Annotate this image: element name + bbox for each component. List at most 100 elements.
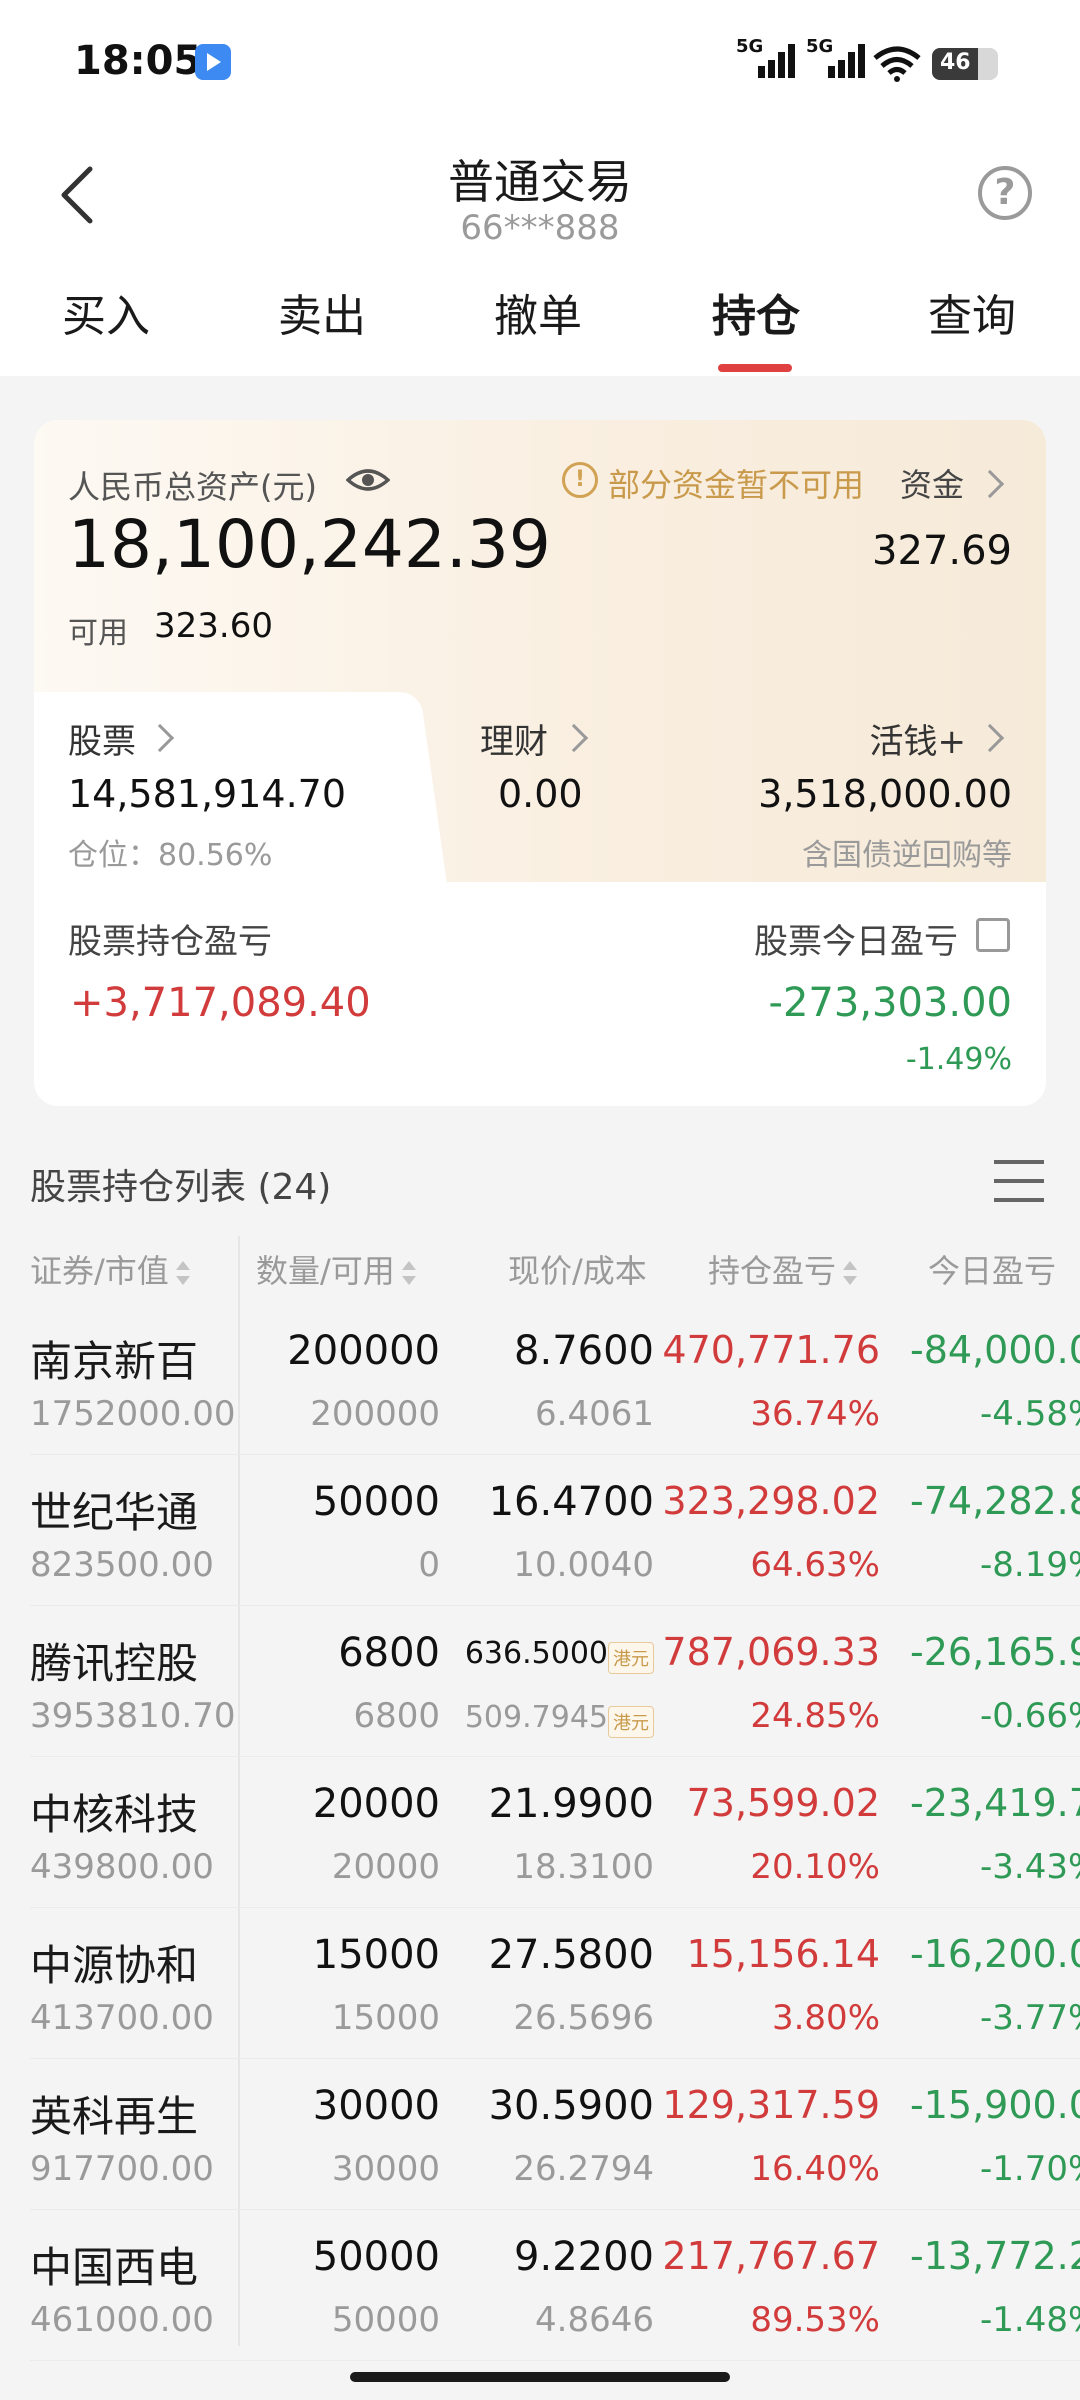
tab-positions[interactable]: 持仓 xyxy=(686,280,826,344)
cost-price: 10.0040 xyxy=(513,1545,654,1585)
stock-value: 14,581,914.70 xyxy=(68,772,347,816)
info-warning-icon: ! xyxy=(562,462,598,498)
table-row[interactable]: 英科再生 917700.00 30000 30000 30.5900 26.27… xyxy=(0,2059,1080,2210)
available-qty: 15000 xyxy=(331,1998,440,2038)
holding-pl-percent: 89.53% xyxy=(750,2300,880,2340)
table-row[interactable]: 中核科技 439800.00 20000 20000 21.9900 18.31… xyxy=(0,1757,1080,1908)
table-row[interactable]: 中国西电 461000.00 50000 50000 9.2200 4.8646… xyxy=(0,2210,1080,2361)
current-price: 16.4700 xyxy=(488,1479,654,1525)
current-price: 636.5000 xyxy=(464,1636,608,1671)
available-value: 323.60 xyxy=(154,606,273,646)
eye-icon[interactable] xyxy=(346,460,390,500)
col-security-label: 证券/市值 xyxy=(30,1252,169,1290)
col-quantity[interactable]: 数量/可用 xyxy=(256,1246,417,1292)
col-quantity-label: 数量/可用 xyxy=(256,1252,395,1290)
table-row[interactable]: 世纪华通 823500.00 50000 0 16.4700 10.0040 3… xyxy=(0,1455,1080,1606)
holding-pl: 787,069.33 xyxy=(662,1630,880,1674)
today-pl-percent: -4.58% xyxy=(980,1394,1080,1434)
signal-5g-icon-2: 5G xyxy=(806,36,876,82)
wealth-management-link[interactable]: 理财 xyxy=(480,714,548,763)
col-security[interactable]: 证券/市值 xyxy=(30,1246,191,1292)
current-price: 8.7600 xyxy=(514,1328,654,1374)
col-holding-pl-label: 持仓盈亏 xyxy=(708,1252,837,1290)
app-notification-icon xyxy=(195,44,231,80)
holding-pl: 73,599.02 xyxy=(686,1781,880,1825)
quantity: 6800 xyxy=(338,1630,440,1676)
stock-link[interactable]: 股票 xyxy=(68,714,136,763)
wifi-icon xyxy=(873,46,921,82)
battery-level: 46 xyxy=(940,50,971,75)
signal-label-2: 5G xyxy=(806,36,834,57)
market-value: 439800.00 xyxy=(30,1847,214,1887)
today-pl: -74,282.8 xyxy=(910,1479,1080,1523)
sort-icon xyxy=(175,1261,191,1285)
today-pl: -15,900.0 xyxy=(910,2083,1080,2127)
quantity: 50000 xyxy=(312,1479,440,1525)
sort-icon xyxy=(842,1261,858,1285)
holding-pl-percent: 24.85% xyxy=(750,1696,880,1736)
col-price: 现价/成本 xyxy=(508,1252,647,1290)
huoqian-value: 3,518,000.00 xyxy=(758,772,1012,816)
tab-sell[interactable]: 卖出 xyxy=(252,280,392,344)
table-row[interactable]: 腾讯控股 3953810.70 6800 6800 636.5000 港元 50… xyxy=(0,1606,1080,1757)
signal-5g-icon: 5G xyxy=(736,36,806,82)
holding-pl-percent: 16.40% xyxy=(750,2149,880,2189)
stock-name: 中源协和 xyxy=(30,1941,199,1990)
home-indicator[interactable] xyxy=(350,2372,730,2382)
table-row[interactable]: 中源协和 413700.00 15000 15000 27.5800 26.56… xyxy=(0,1908,1080,2059)
tab-buy[interactable]: 买入 xyxy=(36,280,176,344)
available-qty: 20000 xyxy=(331,1847,440,1887)
today-pl: -23,419.7 xyxy=(910,1781,1080,1825)
today-pl: -26,165.9 xyxy=(910,1630,1080,1674)
holding-pl-value: +3,717,089.40 xyxy=(70,980,371,1026)
help-icon[interactable]: ? xyxy=(978,166,1032,220)
stock-name: 南京新百 xyxy=(30,1337,199,1386)
today-pl-percent: -1.70% xyxy=(980,2149,1080,2189)
holding-pl: 470,771.76 xyxy=(662,1328,880,1372)
account-number: 66***888 xyxy=(460,208,620,248)
external-link-icon[interactable] xyxy=(976,918,1010,952)
stock-name: 英科再生 xyxy=(30,2092,199,2141)
current-price: 30.5900 xyxy=(488,2083,654,2129)
stock-name: 中核科技 xyxy=(30,1790,199,1839)
col-today-pl[interactable]: 今日盈亏 xyxy=(928,1246,1056,1292)
today-pl: -13,772.2 xyxy=(910,2234,1080,2278)
quantity: 20000 xyxy=(312,1781,440,1827)
quantity: 200000 xyxy=(287,1328,440,1374)
holding-pl: 217,767.67 xyxy=(662,2234,880,2278)
tab-query[interactable]: 查询 xyxy=(902,280,1042,344)
huoqian-link[interactable]: 活钱+ xyxy=(870,714,967,763)
tab-cancel-order[interactable]: 撤单 xyxy=(468,280,608,344)
menu-icon[interactable] xyxy=(994,1156,1044,1206)
today-pl-value: -273,303.00 xyxy=(768,980,1012,1026)
market-value: 917700.00 xyxy=(30,2149,214,2189)
status-bar: 18:05 5G 5G 46 xyxy=(0,0,1080,130)
hkd-badge: 港元 xyxy=(608,1706,654,1738)
status-time: 18:05 xyxy=(74,38,202,84)
today-pl-percent: -0.66% xyxy=(980,1696,1080,1736)
holding-pl-percent: 64.63% xyxy=(750,1545,880,1585)
today-pl-percent: -3.43% xyxy=(980,1847,1080,1887)
quantity: 30000 xyxy=(312,2083,440,2129)
current-price: 27.5800 xyxy=(488,1932,654,1978)
market-value: 1752000.00 xyxy=(30,1394,236,1434)
funds-link[interactable]: 资金 xyxy=(900,460,964,506)
today-pl-label[interactable]: 股票今日盈亏 xyxy=(754,914,958,963)
holding-pl-percent: 20.10% xyxy=(750,1847,880,1887)
today-pl-percent: -3.77% xyxy=(980,1998,1080,2038)
total-assets-label: 人民币总资产(元) xyxy=(68,468,317,506)
market-value: 461000.00 xyxy=(30,2300,214,2340)
position-ratio: 仓位：80.56% xyxy=(68,838,273,873)
funds-value: 327.69 xyxy=(872,528,1012,574)
holdings-column-header: 证券/市值 数量/可用 现价/成本 持仓盈亏 今日盈亏 xyxy=(0,1236,1080,1300)
current-price: 9.2200 xyxy=(514,2234,654,2280)
col-holding-pl[interactable]: 持仓盈亏 xyxy=(708,1246,858,1292)
current-price: 21.9900 xyxy=(488,1781,654,1827)
available-qty: 30000 xyxy=(331,2149,440,2189)
funds-unavailable-notice[interactable]: 部分资金暂不可用 xyxy=(608,460,864,506)
table-row[interactable]: 南京新百 1752000.00 200000 200000 8.7600 6.4… xyxy=(0,1304,1080,1455)
stock-name: 世纪华通 xyxy=(30,1488,199,1537)
holding-pl-percent: 3.80% xyxy=(771,1998,880,2038)
market-value: 823500.00 xyxy=(30,1545,214,1585)
cost-price: 4.8646 xyxy=(535,2300,654,2340)
